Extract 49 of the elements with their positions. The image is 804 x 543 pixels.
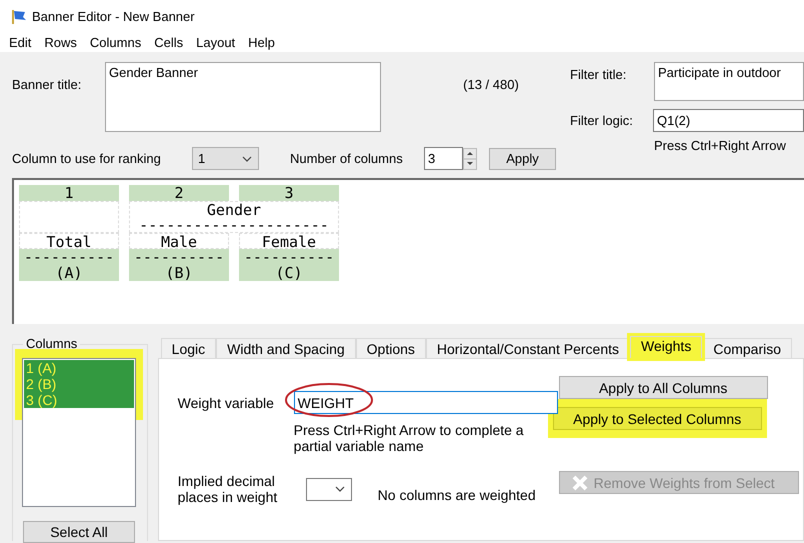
- field-label: Implied decimal places in weight: [178, 473, 278, 505]
- field-label: Weight variable: [178, 394, 275, 410]
- close-icon: [572, 474, 588, 490]
- apply-button[interactable]: Apply: [489, 148, 556, 170]
- apply-button[interactable]: Apply to All Columns: [558, 376, 768, 399]
- input-field[interactable]: WEIGHT: [294, 391, 558, 414]
- column-letter: (B): [129, 265, 229, 281]
- status-text: No columns are weighted: [378, 487, 536, 503]
- chevron-down-icon: [242, 156, 252, 162]
- text-area[interactable]: Gender Banner: [105, 62, 382, 132]
- dropdown[interactable]: 1: [192, 147, 259, 170]
- tab[interactable]: Logic: [160, 338, 216, 358]
- tab[interactable]: Compariso: [702, 338, 792, 358]
- dropdown[interactable]: [306, 478, 352, 500]
- hint-text: Press Ctrl+Right Arrow to complete a partial variable name: [294, 422, 525, 454]
- remove-button: Remove Weights from Select: [558, 471, 799, 494]
- menu-item[interactable]: Cells: [149, 34, 188, 50]
- apply-button[interactable]: Apply to Selected Columns: [552, 407, 762, 430]
- select-all-button[interactable]: Select All: [23, 521, 135, 543]
- field-label: Banner title:: [12, 77, 82, 94]
- menu-item[interactable]: Help: [243, 34, 280, 50]
- spinner-arrows-icon[interactable]: [463, 148, 477, 170]
- tab[interactable]: Options: [356, 338, 426, 358]
- character-count: (13 / 480): [463, 77, 520, 94]
- tab[interactable]: Horizontal/Constant Percents: [426, 338, 630, 358]
- column-number: 1: [19, 185, 119, 201]
- menu-item[interactable]: Columns: [84, 34, 146, 50]
- chevron-down-icon: [334, 486, 345, 492]
- column-number: 2: [129, 185, 229, 201]
- group-title: Gender: [206, 203, 262, 218]
- hint-text: Press Ctrl+Right Arrow: [654, 138, 787, 153]
- menu-item[interactable]: Edit: [4, 34, 36, 50]
- column-number: 3: [239, 185, 339, 201]
- column-letter: (A): [19, 265, 119, 281]
- menu-item[interactable]: Rows: [39, 34, 82, 50]
- number-field[interactable]: 3: [424, 147, 463, 170]
- text-area[interactable]: Participate in outdoor: [654, 62, 804, 101]
- flag-icon: [10, 8, 27, 24]
- column-letter: (C): [239, 265, 339, 281]
- window-title: Banner Editor - New Banner: [32, 8, 195, 24]
- menu-item[interactable]: Layout: [191, 34, 240, 50]
- field-label: Column to use for ranking: [12, 151, 162, 166]
- field-label: Filter logic:: [570, 113, 634, 128]
- input-field[interactable]: Q1(2): [653, 109, 804, 132]
- field-label: Filter title:: [570, 67, 628, 82]
- tab[interactable]: Width and Spacing: [216, 338, 356, 358]
- tab[interactable]: Weights: [630, 336, 702, 358]
- dashed-rule: ---------------------: [139, 218, 329, 233]
- field-label: Number of columns: [290, 151, 404, 166]
